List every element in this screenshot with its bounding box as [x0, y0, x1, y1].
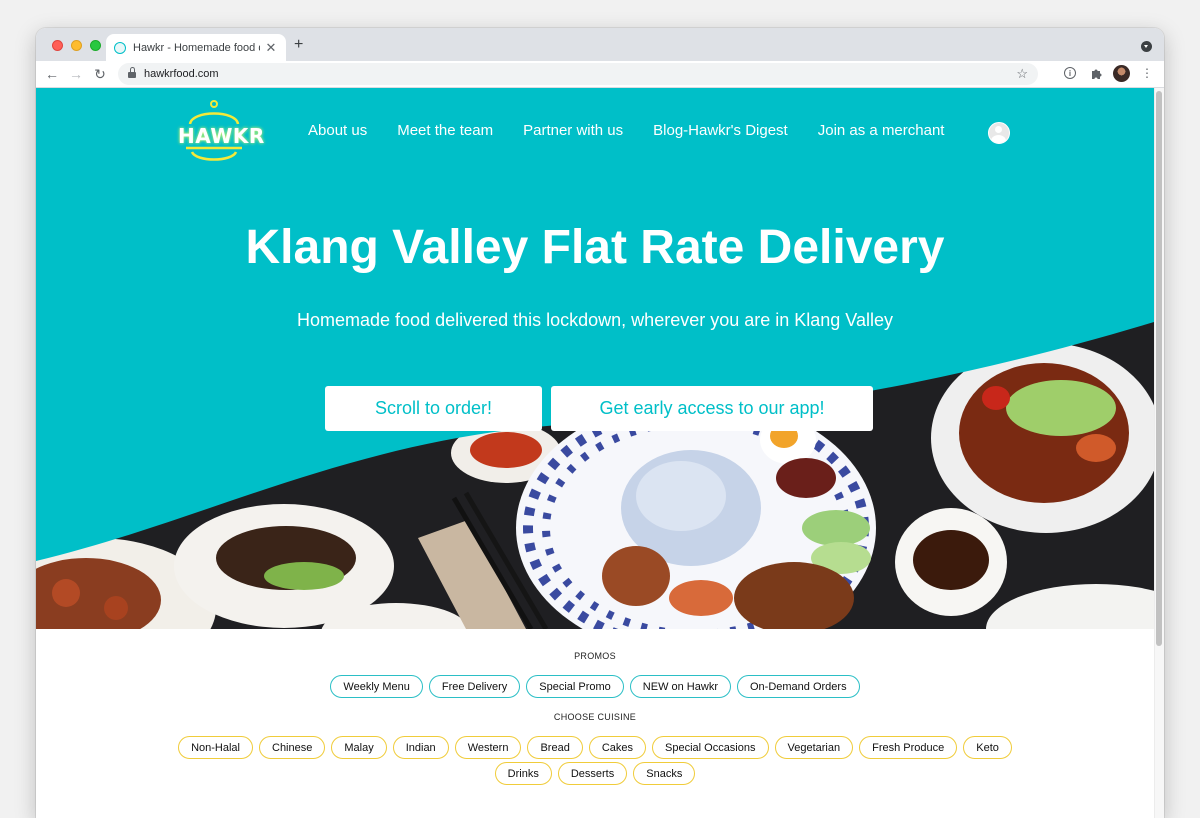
close-tab-icon[interactable]: ✕: [264, 40, 278, 56]
user-account-icon[interactable]: [988, 122, 1010, 144]
new-tab-icon[interactable]: +: [294, 37, 303, 53]
cuisine-chip-chinese[interactable]: Chinese: [259, 736, 326, 759]
cuisine-chip-snacks[interactable]: Snacks: [633, 762, 696, 785]
cuisine-chip-non-halal[interactable]: Non-Halal: [178, 736, 253, 759]
logo-text: HAWKR: [178, 124, 265, 148]
page-viewport: HAWKR About us Meet the team Partner wit…: [36, 88, 1164, 818]
early-access-button[interactable]: Get early access to our app!: [551, 386, 873, 431]
forward-arrow-icon[interactable]: →: [64, 62, 88, 86]
promo-chip-new-on-hawkr[interactable]: NEW on Hawkr: [629, 675, 731, 698]
tab-strip: Hawkr - Homemade food deliv ✕ +: [36, 28, 1164, 61]
nav-meet-the-team[interactable]: Meet the team: [397, 122, 493, 139]
tab-search-icon[interactable]: [1141, 41, 1152, 52]
hero-title: Klang Valley Flat Rate Delivery: [245, 221, 945, 274]
page-scrollbar[interactable]: [1154, 88, 1164, 818]
promo-chip-on-demand[interactable]: On-Demand Orders: [736, 675, 860, 698]
cuisine-label: CHOOSE CUISINE: [553, 712, 637, 722]
browser-tab[interactable]: Hawkr - Homemade food deliv ✕: [106, 34, 286, 61]
cuisine-chip-western[interactable]: Western: [454, 736, 522, 759]
tab-title: Hawkr - Homemade food deliv: [133, 41, 260, 54]
puzzle-extensions-icon[interactable]: [1087, 64, 1105, 82]
profile-avatar[interactable]: [1113, 64, 1130, 82]
nav-blog[interactable]: Blog-Hawkr's Digest: [653, 122, 788, 139]
promo-chip-special-promo[interactable]: Special Promo: [526, 675, 624, 698]
browser-toolbar: ← → ↻ hawkrfood.com ☆ i ⋮: [36, 61, 1164, 88]
cuisine-chip-bread[interactable]: Bread: [527, 736, 583, 759]
bookmark-star-icon[interactable]: ☆: [1016, 66, 1028, 82]
reload-icon[interactable]: ↻: [88, 62, 112, 86]
cuisine-chip-drinks[interactable]: Drinks: [494, 762, 552, 785]
promos-label: PROMOS: [574, 651, 616, 661]
cuisine-chip-special-occasions[interactable]: Special Occasions: [652, 736, 769, 759]
cuisine-chip-indian[interactable]: Indian: [392, 736, 449, 759]
address-bar[interactable]: hawkrfood.com ☆: [118, 63, 1038, 85]
nav-about-us[interactable]: About us: [308, 122, 367, 139]
cuisine-chip-cakes[interactable]: Cakes: [588, 736, 646, 759]
url-text: hawkrfood.com: [144, 68, 219, 80]
close-window-button[interactable]: [52, 40, 63, 51]
cuisine-chip-fresh-produce[interactable]: Fresh Produce: [859, 736, 958, 759]
hawkr-favicon-icon: [114, 41, 126, 54]
scroll-to-order-button[interactable]: Scroll to order!: [325, 386, 542, 431]
scrollbar-thumb[interactable]: [1156, 91, 1162, 646]
extension-info-icon[interactable]: i: [1061, 64, 1079, 82]
hero-section: HAWKR About us Meet the team Partner wit…: [36, 88, 1154, 629]
nav-join-as-merchant[interactable]: Join as a merchant: [818, 122, 945, 139]
promo-chip-free-delivery[interactable]: Free Delivery: [428, 675, 521, 698]
cuisine-chip-malay[interactable]: Malay: [331, 736, 387, 759]
cuisine-chip-desserts[interactable]: Desserts: [557, 762, 628, 785]
back-arrow-icon[interactable]: ←: [40, 62, 64, 86]
lock-icon[interactable]: [128, 66, 136, 79]
cuisine-chip-keto[interactable]: Keto: [963, 736, 1012, 759]
promo-chips: Weekly Menu Free Delivery Special Promo …: [36, 675, 1154, 698]
main-nav: About us Meet the team Partner with us B…: [308, 122, 944, 139]
promo-chip-weekly-menu[interactable]: Weekly Menu: [330, 675, 423, 698]
browser-window: Hawkr - Homemade food deliv ✕ + ← → ↻ ha…: [36, 28, 1164, 818]
kebab-menu-icon[interactable]: ⋮: [1138, 64, 1156, 82]
site-header: HAWKR About us Meet the team Partner wit…: [36, 88, 1154, 180]
cuisine-chips: Non-Halal Chinese Malay Indian Western B…: [175, 736, 1015, 785]
minimize-window-button[interactable]: [71, 40, 82, 51]
cuisine-chip-vegetarian[interactable]: Vegetarian: [774, 736, 854, 759]
window-controls: [52, 40, 101, 51]
maximize-window-button[interactable]: [90, 40, 101, 51]
nav-partner-with-us[interactable]: Partner with us: [523, 122, 623, 139]
hero-subtitle: Homemade food delivered this lockdown, w…: [297, 310, 893, 330]
hawkr-logo[interactable]: HAWKR: [178, 100, 265, 168]
